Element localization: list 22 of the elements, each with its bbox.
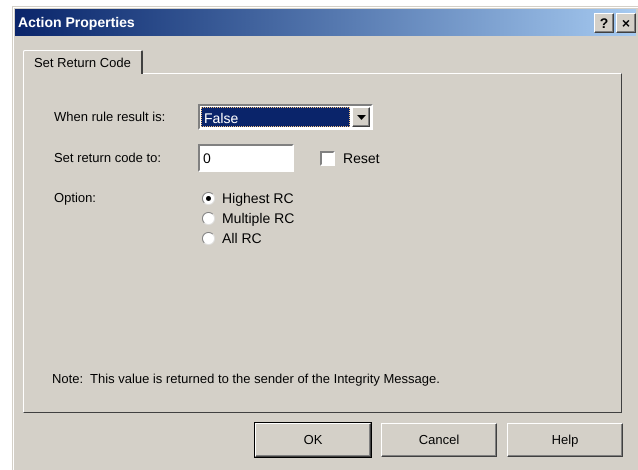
dialog-button[interactable]: Cancel [381,423,497,457]
tab[interactable]: Set Return Code [23,50,143,74]
dialog-button[interactable]: Help [507,423,623,457]
dropdown-value: False [201,107,350,127]
radio-button[interactable] [202,212,215,224]
dialog-button[interactable]: OK [255,423,371,457]
field-label: Option: [54,189,97,207]
window-title: Action Properties [18,13,135,32]
close-button[interactable]: × [616,12,636,32]
note-text: Note: This value is returned to the sender of the Integrity Message. [52,370,441,388]
dropdown[interactable]: False [198,104,373,130]
field-label: Set return code to: [54,149,162,168]
input-field[interactable]: 0 [198,144,294,172]
radio-button[interactable] [202,232,215,244]
help-button[interactable]: ? [594,12,614,32]
checkbox[interactable] [320,150,335,166]
radio-label: Multiple RC [222,208,294,228]
radio-label: Highest RC [222,188,294,208]
radio-label: All RC [222,228,262,248]
checkbox-label: Reset [343,148,380,168]
radio-button[interactable] [202,192,215,204]
field-label: When rule result is: [54,108,166,126]
